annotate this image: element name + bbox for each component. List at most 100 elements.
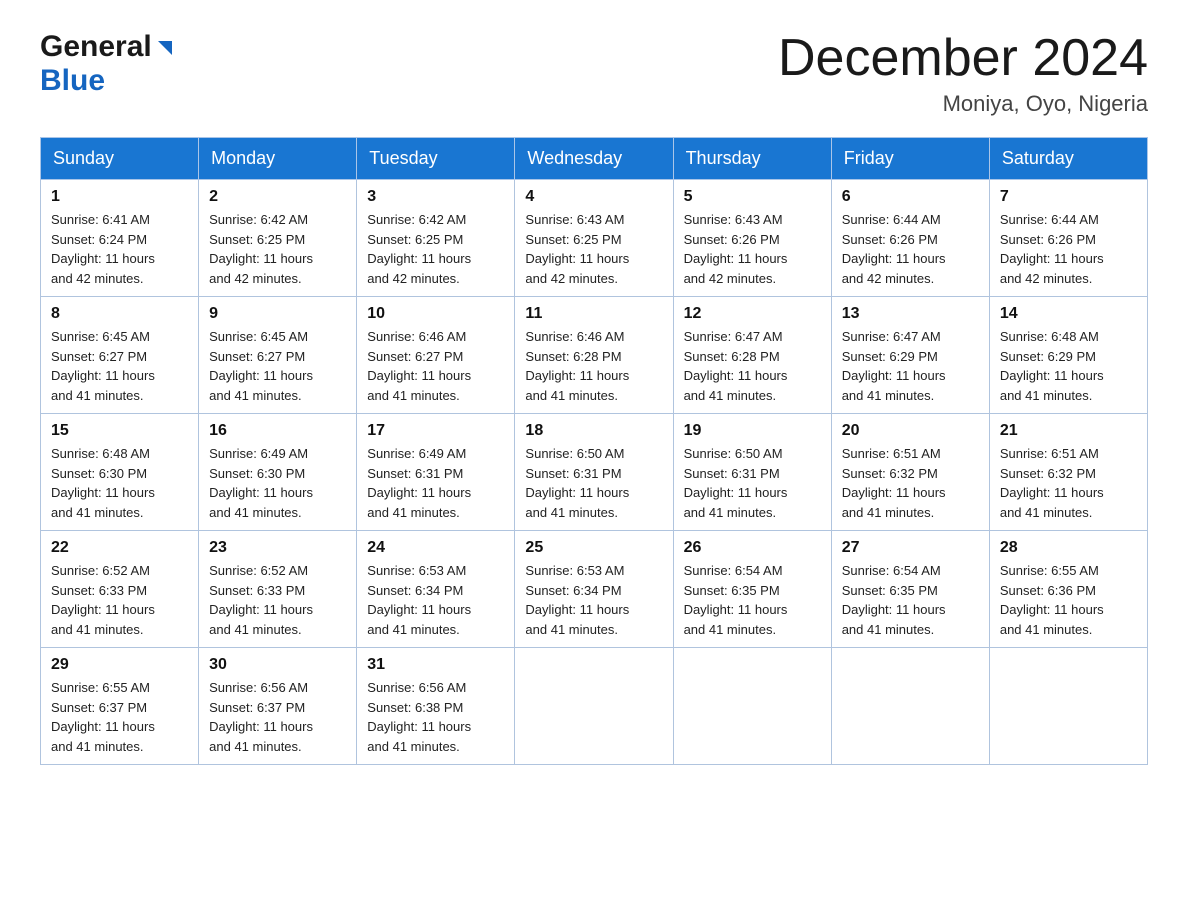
day-number: 19: [684, 422, 821, 440]
calendar-cell: 15Sunrise: 6:48 AMSunset: 6:30 PMDayligh…: [41, 414, 199, 531]
calendar-table: SundayMondayTuesdayWednesdayThursdayFrid…: [40, 137, 1148, 765]
day-number: 10: [367, 305, 504, 323]
calendar-cell: 5 Sunrise: 6:43 AMSunset: 6:26 PMDaylight…: [673, 180, 831, 297]
day-info: Sunrise: 6:43 AMSunset: 6:25 PMDaylight:…: [525, 210, 662, 288]
day-info: Sunrise: 6:41 AMSunset: 6:24 PMDaylight:…: [51, 210, 188, 288]
day-info: Sunrise: 6:56 AMSunset: 6:37 PMDaylight:…: [209, 678, 346, 756]
day-number: 9: [209, 305, 346, 323]
day-header-wednesday: Wednesday: [515, 138, 673, 180]
calendar-cell: 16 Sunrise: 6:49 AMSunset: 6:30 PMDayligh…: [199, 414, 357, 531]
calendar-cell: 23Sunrise: 6:52 AMSunset: 6:33 PMDayligh…: [199, 531, 357, 648]
day-header-sunday: Sunday: [41, 138, 199, 180]
calendar-cell: 2 Sunrise: 6:42 AMSunset: 6:25 PMDaylight…: [199, 180, 357, 297]
day-info: Sunrise: 6:46 AMSunset: 6:27 PMDaylight:…: [367, 327, 504, 405]
day-info: Sunrise: 6:54 AMSunset: 6:35 PMDaylight:…: [842, 561, 979, 639]
calendar-cell: 8Sunrise: 6:45 AMSunset: 6:27 PMDaylight…: [41, 297, 199, 414]
day-number: 7: [1000, 188, 1137, 206]
day-info: Sunrise: 6:44 AMSunset: 6:26 PMDaylight:…: [1000, 210, 1137, 288]
day-header-thursday: Thursday: [673, 138, 831, 180]
calendar-cell: 24Sunrise: 6:53 AMSunset: 6:34 PMDayligh…: [357, 531, 515, 648]
day-number: 29: [51, 656, 188, 674]
day-header-tuesday: Tuesday: [357, 138, 515, 180]
calendar-cell: 9 Sunrise: 6:45 AMSunset: 6:27 PMDaylight…: [199, 297, 357, 414]
calendar-cell: 27 Sunrise: 6:54 AMSunset: 6:35 PMDayligh…: [831, 531, 989, 648]
day-number: 20: [842, 422, 979, 440]
calendar-cell: [989, 648, 1147, 765]
calendar-cell: 1Sunrise: 6:41 AMSunset: 6:24 PMDaylight…: [41, 180, 199, 297]
day-info: Sunrise: 6:50 AMSunset: 6:31 PMDaylight:…: [684, 444, 821, 522]
day-info: Sunrise: 6:45 AMSunset: 6:27 PMDaylight:…: [51, 327, 188, 405]
calendar-cell: [515, 648, 673, 765]
day-info: Sunrise: 6:55 AMSunset: 6:37 PMDaylight:…: [51, 678, 188, 756]
day-number: 17: [367, 422, 504, 440]
calendar-cell: 30 Sunrise: 6:56 AMSunset: 6:37 PMDayligh…: [199, 648, 357, 765]
calendar-cell: 28 Sunrise: 6:55 AMSunset: 6:36 PMDayligh…: [989, 531, 1147, 648]
day-number: 11: [525, 305, 662, 323]
day-number: 21: [1000, 422, 1137, 440]
day-number: 22: [51, 539, 188, 557]
day-number: 13: [842, 305, 979, 323]
calendar-cell: 26 Sunrise: 6:54 AMSunset: 6:35 PMDayligh…: [673, 531, 831, 648]
day-info: Sunrise: 6:54 AMSunset: 6:35 PMDaylight:…: [684, 561, 821, 639]
day-number: 31: [367, 656, 504, 674]
day-number: 30: [209, 656, 346, 674]
logo-general-text: General: [40, 30, 152, 64]
page-header: General Blue December 2024 Moniya, Oyo, …: [40, 30, 1148, 117]
day-info: Sunrise: 6:45 AMSunset: 6:27 PMDaylight:…: [209, 327, 346, 405]
calendar-cell: 14 Sunrise: 6:48 AMSunset: 6:29 PMDayligh…: [989, 297, 1147, 414]
day-info: Sunrise: 6:48 AMSunset: 6:30 PMDaylight:…: [51, 444, 188, 522]
day-number: 23: [209, 539, 346, 557]
day-number: 4: [525, 188, 662, 206]
calendar-cell: 17 Sunrise: 6:49 AMSunset: 6:31 PMDayligh…: [357, 414, 515, 531]
calendar-cell: 13Sunrise: 6:47 AMSunset: 6:29 PMDayligh…: [831, 297, 989, 414]
calendar-cell: 21 Sunrise: 6:51 AMSunset: 6:32 PMDayligh…: [989, 414, 1147, 531]
day-number: 28: [1000, 539, 1137, 557]
logo: General Blue: [40, 30, 176, 98]
day-number: 25: [525, 539, 662, 557]
logo-triangle-icon: [154, 37, 176, 59]
calendar-cell: 22Sunrise: 6:52 AMSunset: 6:33 PMDayligh…: [41, 531, 199, 648]
day-number: 2: [209, 188, 346, 206]
day-info: Sunrise: 6:51 AMSunset: 6:32 PMDaylight:…: [842, 444, 979, 522]
calendar-cell: 6 Sunrise: 6:44 AMSunset: 6:26 PMDaylight…: [831, 180, 989, 297]
location-text: Moniya, Oyo, Nigeria: [778, 91, 1148, 117]
day-info: Sunrise: 6:49 AMSunset: 6:31 PMDaylight:…: [367, 444, 504, 522]
day-number: 27: [842, 539, 979, 557]
day-info: Sunrise: 6:42 AMSunset: 6:25 PMDaylight:…: [209, 210, 346, 288]
calendar-week-5: 29 Sunrise: 6:55 AMSunset: 6:37 PMDayligh…: [41, 648, 1148, 765]
calendar-cell: 7 Sunrise: 6:44 AMSunset: 6:26 PMDaylight…: [989, 180, 1147, 297]
day-info: Sunrise: 6:42 AMSunset: 6:25 PMDaylight:…: [367, 210, 504, 288]
day-info: Sunrise: 6:51 AMSunset: 6:32 PMDaylight:…: [1000, 444, 1137, 522]
calendar-cell: 18Sunrise: 6:50 AMSunset: 6:31 PMDayligh…: [515, 414, 673, 531]
day-number: 3: [367, 188, 504, 206]
calendar-cell: 20 Sunrise: 6:51 AMSunset: 6:32 PMDayligh…: [831, 414, 989, 531]
calendar-cell: 29 Sunrise: 6:55 AMSunset: 6:37 PMDayligh…: [41, 648, 199, 765]
calendar-week-2: 8Sunrise: 6:45 AMSunset: 6:27 PMDaylight…: [41, 297, 1148, 414]
day-info: Sunrise: 6:49 AMSunset: 6:30 PMDaylight:…: [209, 444, 346, 522]
day-info: Sunrise: 6:55 AMSunset: 6:36 PMDaylight:…: [1000, 561, 1137, 639]
day-number: 5: [684, 188, 821, 206]
day-info: Sunrise: 6:56 AMSunset: 6:38 PMDaylight:…: [367, 678, 504, 756]
day-number: 6: [842, 188, 979, 206]
day-info: Sunrise: 6:44 AMSunset: 6:26 PMDaylight:…: [842, 210, 979, 288]
day-number: 24: [367, 539, 504, 557]
day-header-friday: Friday: [831, 138, 989, 180]
calendar-cell: 19 Sunrise: 6:50 AMSunset: 6:31 PMDayligh…: [673, 414, 831, 531]
calendar-cell: [673, 648, 831, 765]
day-info: Sunrise: 6:46 AMSunset: 6:28 PMDaylight:…: [525, 327, 662, 405]
calendar-cell: 10 Sunrise: 6:46 AMSunset: 6:27 PMDayligh…: [357, 297, 515, 414]
day-info: Sunrise: 6:48 AMSunset: 6:29 PMDaylight:…: [1000, 327, 1137, 405]
day-number: 14: [1000, 305, 1137, 323]
day-number: 12: [684, 305, 821, 323]
calendar-week-4: 22Sunrise: 6:52 AMSunset: 6:33 PMDayligh…: [41, 531, 1148, 648]
day-number: 26: [684, 539, 821, 557]
day-info: Sunrise: 6:47 AMSunset: 6:28 PMDaylight:…: [684, 327, 821, 405]
logo-blue-text: Blue: [40, 64, 105, 97]
calendar-cell: [831, 648, 989, 765]
calendar-cell: 3 Sunrise: 6:42 AMSunset: 6:25 PMDaylight…: [357, 180, 515, 297]
day-number: 16: [209, 422, 346, 440]
day-header-monday: Monday: [199, 138, 357, 180]
month-title: December 2024: [778, 30, 1148, 87]
day-info: Sunrise: 6:50 AMSunset: 6:31 PMDaylight:…: [525, 444, 662, 522]
day-info: Sunrise: 6:43 AMSunset: 6:26 PMDaylight:…: [684, 210, 821, 288]
